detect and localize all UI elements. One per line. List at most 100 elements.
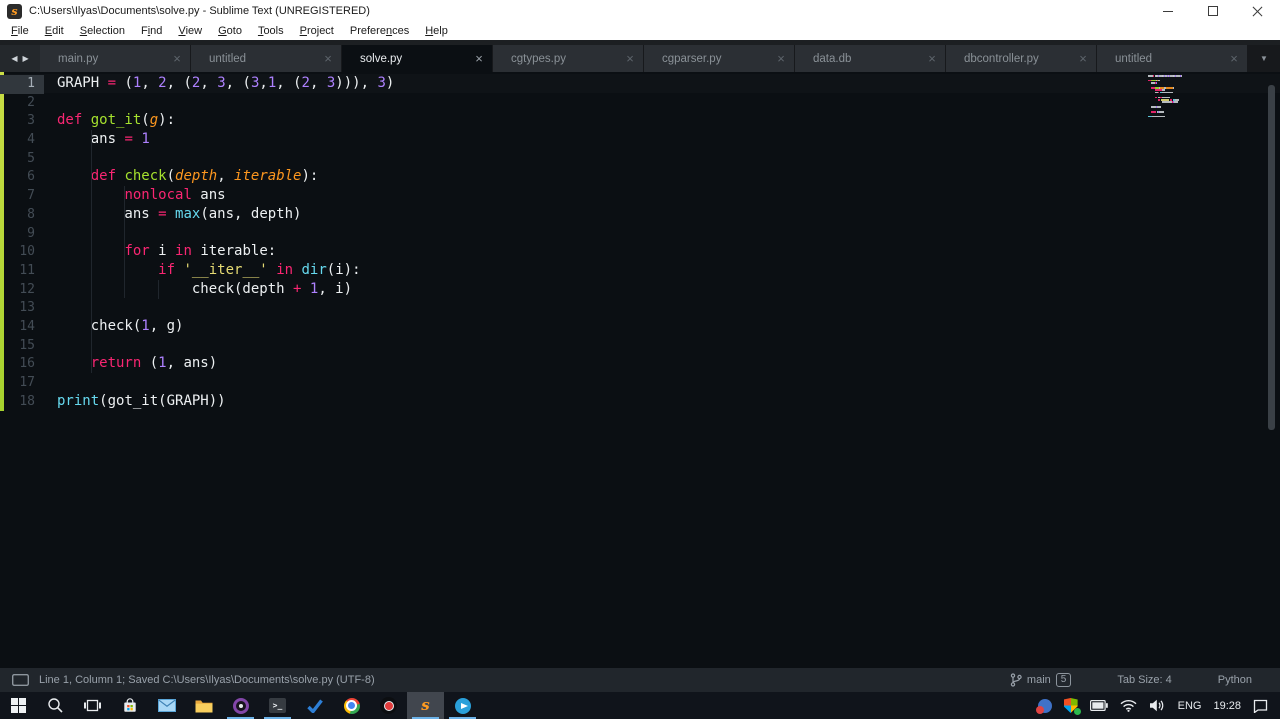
tab-close-icon[interactable]	[315, 52, 341, 65]
tab-overflow-dropdown[interactable]	[1248, 45, 1280, 72]
line-number: 12	[19, 281, 35, 297]
tab-label: cgtypes.py	[511, 52, 566, 65]
menu-find[interactable]: Find	[133, 25, 170, 37]
code-line-5[interactable]: 5	[0, 149, 1280, 168]
git-branch-status[interactable]: main 5	[1010, 673, 1072, 687]
minimize-button[interactable]	[1145, 0, 1190, 22]
tab-scroll-arrows[interactable]	[0, 45, 40, 72]
mail-icon[interactable]	[148, 692, 185, 719]
tab-untitled[interactable]: untitled	[1097, 45, 1248, 72]
minimap[interactable]	[1148, 75, 1196, 118]
caret-position-status: Line 1, Column 1; Saved C:\Users\Ilyas\D…	[39, 674, 375, 686]
sublime-text-icon[interactable]: s	[407, 692, 444, 719]
file-explorer-icon[interactable]	[185, 692, 222, 719]
search-icon[interactable]	[37, 692, 74, 719]
tab-main-py[interactable]: main.py	[40, 45, 191, 72]
code-line-4[interactable]: 4 ans = 1	[0, 130, 1280, 149]
code-line-13[interactable]: 13	[0, 298, 1280, 317]
code-line-7[interactable]: 7 nonlocal ans	[0, 186, 1280, 205]
restore-button[interactable]	[1190, 0, 1235, 22]
window-title: C:\Users\Ilyas\Documents\solve.py - Subl…	[29, 5, 370, 17]
editor[interactable]: 1 GRAPH = (1, 2, (2, 3, (3,1, (2, 3))), 3…	[0, 72, 1280, 668]
tab-close-icon[interactable]	[466, 52, 492, 65]
menu-edit[interactable]: Edit	[37, 25, 72, 37]
close-button[interactable]	[1235, 0, 1280, 22]
tab-close-icon[interactable]	[919, 52, 945, 65]
code-line-8[interactable]: 8 ans = max(ans, depth)	[0, 205, 1280, 224]
menu-view[interactable]: View	[170, 25, 210, 37]
battery-icon[interactable]	[1089, 700, 1108, 711]
indent-guide	[91, 130, 92, 373]
menu-project[interactable]: Project	[292, 25, 342, 37]
purple-ring-app-icon[interactable]	[222, 692, 259, 719]
menu-goto[interactable]: Goto	[210, 25, 250, 37]
code-text: ans = 1	[90, 131, 150, 148]
tab-cgparser-py[interactable]: cgparser.py	[644, 45, 795, 72]
code-line-18[interactable]: 18 print(got_it(GRAPH))	[0, 392, 1280, 411]
line-number: 10	[19, 244, 35, 260]
language-indicator[interactable]: ENG	[1178, 700, 1202, 712]
action-center-icon[interactable]	[1253, 699, 1268, 713]
tab-untitled[interactable]: untitled	[191, 45, 342, 72]
line-number: 8	[27, 206, 35, 222]
code-line-17[interactable]: 17	[0, 373, 1280, 392]
tab-close-icon[interactable]	[1221, 52, 1247, 65]
tab-label: cgparser.py	[662, 52, 722, 65]
tab-close-icon[interactable]	[1070, 52, 1096, 65]
tab-cgtypes-py[interactable]: cgtypes.py	[493, 45, 644, 72]
scrollbar-thumb[interactable]	[1268, 85, 1275, 430]
line-number: 9	[27, 225, 35, 241]
clock[interactable]: 19:28	[1213, 700, 1241, 712]
todo-check-icon[interactable]	[296, 692, 333, 719]
code-line-2[interactable]: 2	[0, 93, 1280, 112]
tab-data-db[interactable]: data.db	[795, 45, 946, 72]
start-button[interactable]	[0, 692, 37, 719]
windows-security-icon[interactable]	[1063, 698, 1081, 715]
terminal-icon[interactable]: >_	[259, 692, 296, 719]
line-number: 4	[27, 132, 35, 148]
telegram-icon[interactable]	[444, 692, 481, 719]
code-line-14[interactable]: 14 check(1, g)	[0, 317, 1280, 336]
tab-scroll-right-icon[interactable]	[23, 54, 29, 63]
menu-tools[interactable]: Tools	[250, 25, 292, 37]
system-tray: ENG 19:28	[1035, 692, 1280, 719]
tab-solve-py[interactable]: solve.py	[342, 45, 493, 72]
screen-recorder-icon[interactable]	[370, 692, 407, 719]
tab-label: untitled	[1115, 52, 1153, 65]
tray-app-icon[interactable]	[1035, 698, 1052, 714]
tab-close-icon[interactable]	[617, 52, 643, 65]
menu-help[interactable]: Help	[417, 25, 456, 37]
tab-close-icon[interactable]	[768, 52, 794, 65]
code-line-16[interactable]: 16 return (1, ans)	[0, 354, 1280, 373]
tab-label: solve.py	[360, 52, 403, 65]
menu-selection[interactable]: Selection	[72, 25, 133, 37]
console-panel-icon[interactable]	[12, 674, 29, 686]
code-line-1[interactable]: 1 GRAPH = (1, 2, (2, 3, (3,1, (2, 3))), 3…	[0, 74, 1280, 94]
chrome-icon[interactable]	[333, 692, 370, 719]
indent-guide	[124, 186, 125, 298]
tab-dbcontroller-py[interactable]: dbcontroller.py	[946, 45, 1097, 72]
tab-close-icon[interactable]	[164, 52, 190, 65]
wifi-icon[interactable]	[1120, 699, 1137, 712]
code-line-15[interactable]: 15	[0, 336, 1280, 355]
syntax-status[interactable]: Python	[1218, 674, 1252, 686]
menu-preferences[interactable]: Preferences	[342, 25, 417, 37]
tab-size-status[interactable]: Tab Size: 4	[1117, 674, 1171, 686]
branch-count-badge: 5	[1055, 673, 1072, 687]
code-line-3[interactable]: 3 def got_it(g):	[0, 111, 1280, 130]
code-line-11[interactable]: 11 if '__iter__' in dir(i):	[0, 261, 1280, 280]
code-area[interactable]: 1 GRAPH = (1, 2, (2, 3, (3,1, (2, 3))), 3…	[0, 74, 1280, 410]
code-line-10[interactable]: 10 for i in iterable:	[0, 242, 1280, 261]
microsoft-store-icon[interactable]	[111, 692, 148, 719]
task-view-icon[interactable]	[74, 692, 111, 719]
tab-scroll-left-icon[interactable]	[11, 54, 17, 63]
line-number: 2	[27, 94, 35, 110]
line-number: 6	[27, 169, 35, 185]
menu-file[interactable]: File	[3, 25, 37, 37]
code-line-12[interactable]: 12 check(depth + 1, i)	[0, 280, 1280, 299]
volume-icon[interactable]	[1149, 699, 1166, 712]
code-line-9[interactable]: 9	[0, 224, 1280, 243]
code-line-6[interactable]: 6 def check(depth, iterable):	[0, 167, 1280, 186]
